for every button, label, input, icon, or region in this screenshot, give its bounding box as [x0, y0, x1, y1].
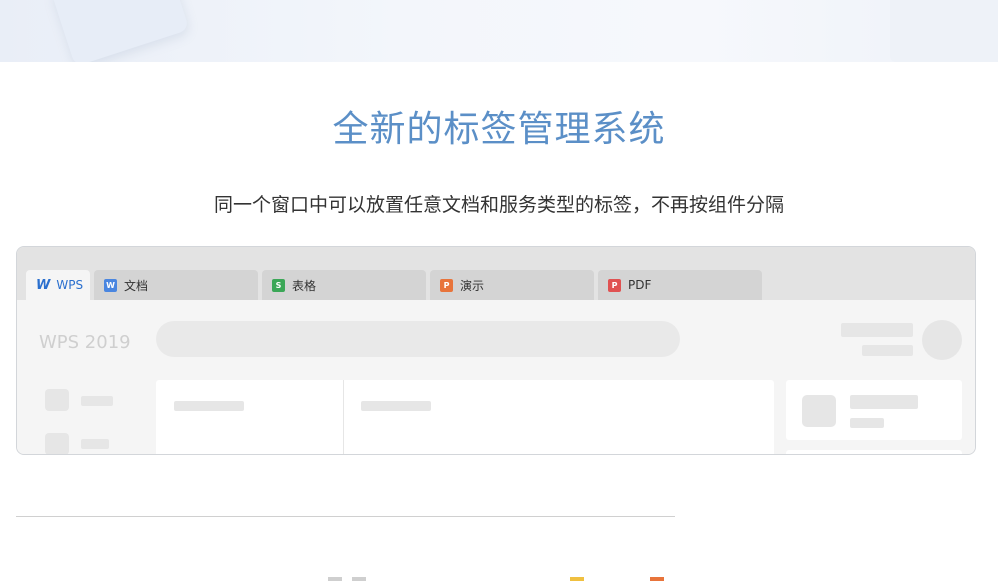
sidebar-icon-placeholder [45, 433, 69, 454]
search-bar-placeholder [156, 321, 680, 357]
card-label-placeholder [850, 395, 918, 409]
next-section-glimpse [650, 577, 664, 581]
writer-doc-icon: W [104, 278, 117, 292]
tab-strip: W WPS W 文档 S 表格 P 演示 P PDF [17, 247, 975, 300]
next-section-glimpse [570, 577, 584, 581]
account-skeleton [862, 345, 913, 356]
avatar-placeholder [922, 320, 962, 360]
next-section-glimpse [328, 577, 342, 581]
mock-content-area: WPS 2019 [17, 300, 975, 454]
section-divider [16, 516, 675, 517]
tab-label: 文档 [124, 278, 149, 293]
next-section-glimpse [352, 577, 366, 581]
section-subtitle: 同一个窗口中可以放置任意文档和服务类型的标签，不再按组件分隔 [213, 194, 784, 216]
tab-label: 表格 [292, 278, 317, 293]
main-panel-placeholder [156, 380, 774, 454]
presentation-icon: P [440, 278, 453, 292]
mock-app-window: W WPS W 文档 S 表格 P 演示 P PDF WPS 2019 [16, 246, 976, 455]
wps-logo-icon: W [36, 277, 51, 293]
side-card-placeholder [786, 380, 962, 440]
tab-spreadsheet[interactable]: S 表格 [262, 270, 426, 300]
panel-label-placeholder [361, 401, 431, 411]
tab-document[interactable]: W 文档 [94, 270, 258, 300]
tab-presentation[interactable]: P 演示 [430, 270, 594, 300]
panel-label-placeholder [174, 401, 244, 411]
hero-illustration [50, 0, 190, 62]
tab-wps[interactable]: W WPS [26, 270, 90, 300]
panel-divider [343, 380, 344, 454]
spreadsheet-icon: S [272, 278, 285, 292]
tab-label: WPS [56, 278, 84, 292]
card-icon-placeholder [802, 395, 836, 427]
sidebar-label-placeholder [81, 396, 113, 406]
sidebar-label-placeholder [81, 439, 109, 449]
tab-pdf[interactable]: P PDF [598, 270, 762, 300]
brand-text: WPS 2019 [39, 332, 131, 353]
side-card-placeholder [786, 450, 962, 454]
section-title: 全新的标签管理系统 [332, 109, 666, 150]
card-label-placeholder [850, 418, 884, 428]
pdf-icon: P [608, 278, 621, 292]
tab-label: 演示 [460, 278, 485, 293]
hero-banner [0, 0, 998, 62]
hero-illustration-right [890, 0, 998, 62]
tab-label: PDF [628, 278, 652, 292]
account-skeleton [841, 323, 913, 337]
sidebar-icon-placeholder [45, 389, 69, 411]
